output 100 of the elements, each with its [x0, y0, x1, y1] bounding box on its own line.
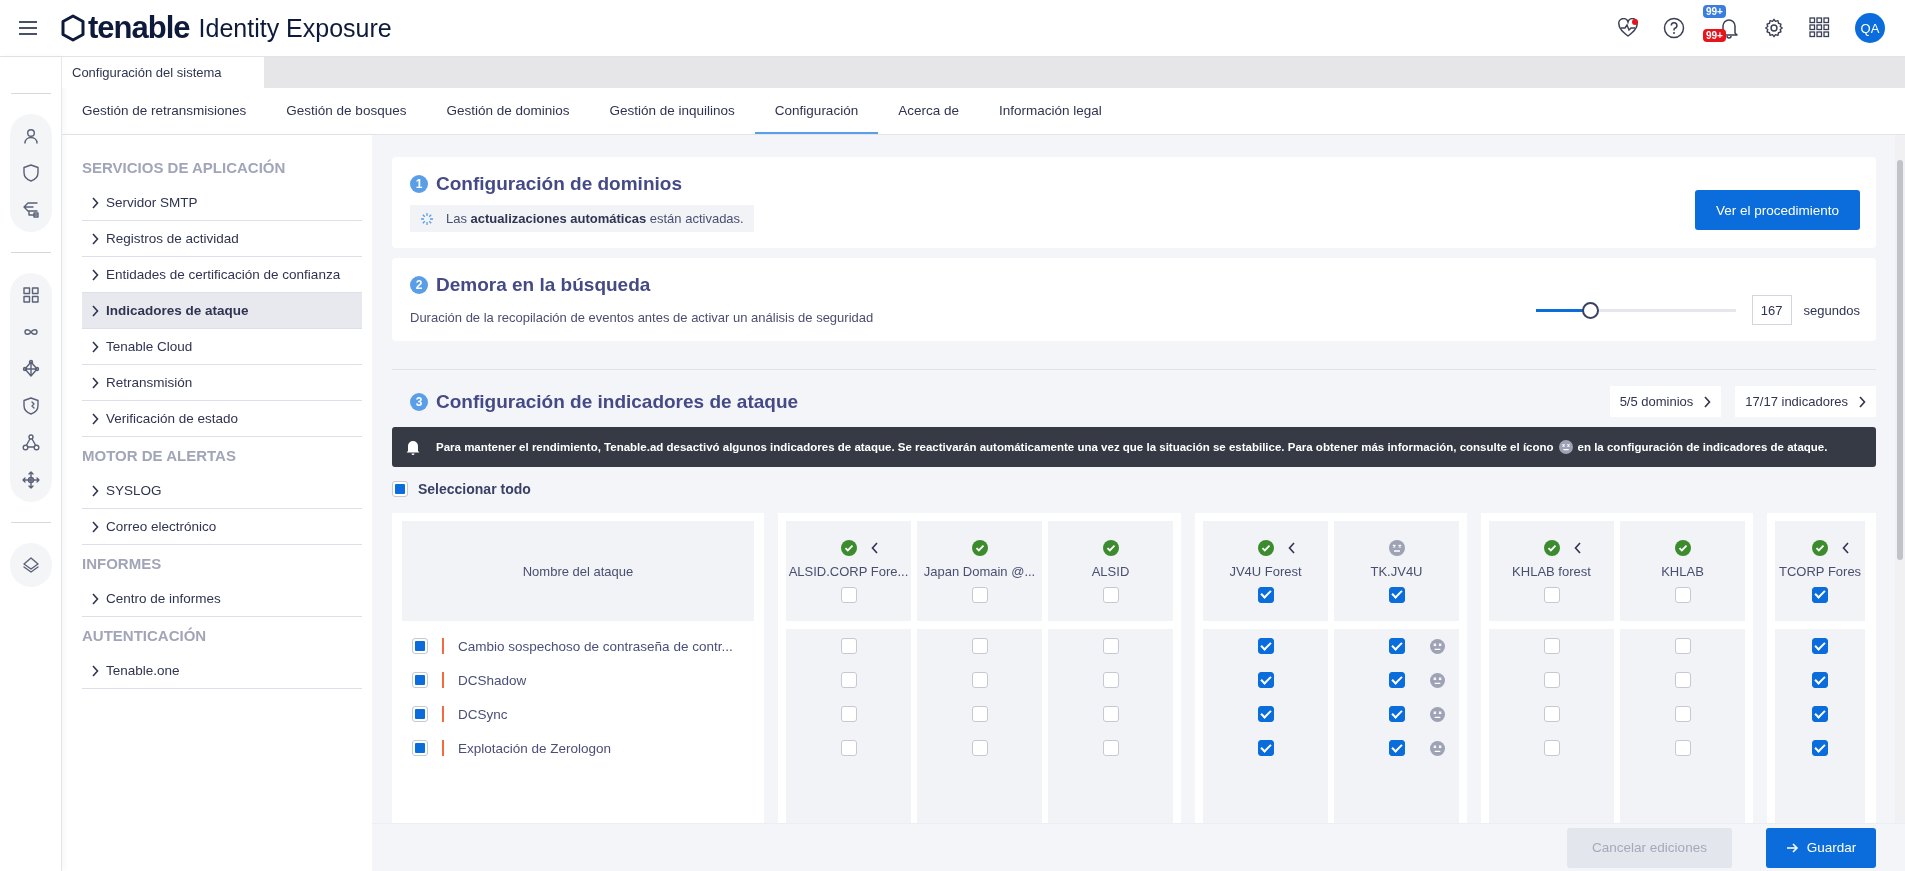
checkbox[interactable] — [1674, 672, 1691, 688]
checkbox[interactable] — [971, 586, 988, 603]
chevron-right-icon — [91, 268, 99, 281]
checkbox[interactable] — [1257, 706, 1274, 722]
checkbox[interactable] — [1388, 672, 1405, 688]
checkbox[interactable] — [1543, 638, 1560, 654]
chevron-right-icon — [91, 592, 99, 605]
filter-button[interactable]: 5/5 dominios — [1609, 386, 1722, 417]
checkbox[interactable] — [412, 740, 428, 756]
domain-name: KHLAB forest — [1512, 563, 1591, 579]
checkbox[interactable] — [412, 672, 428, 688]
sidebar-item[interactable]: Registros de actividad — [82, 221, 362, 257]
section-heading: SERVICIOS DE APLICACIÓN — [82, 158, 287, 178]
checkbox[interactable] — [1102, 586, 1119, 603]
checkbox[interactable] — [840, 740, 857, 756]
heartbeat-icon[interactable] — [1617, 18, 1639, 38]
sidebar-item[interactable]: Servidor SMTP — [82, 185, 362, 221]
checkbox[interactable] — [1674, 706, 1691, 722]
chevron-right-icon — [91, 520, 99, 533]
checkbox[interactable] — [1812, 672, 1829, 688]
checkbox[interactable] — [1674, 586, 1691, 603]
help-icon[interactable] — [1663, 17, 1685, 39]
number-field[interactable]: 167 — [1751, 295, 1792, 325]
move-icon[interactable] — [20, 470, 41, 490]
checkbox[interactable] — [1257, 586, 1274, 603]
network-icon[interactable] — [20, 359, 41, 379]
checkbox[interactable] — [1102, 740, 1119, 756]
checkbox[interactable] — [840, 706, 857, 722]
checkbox[interactable] — [1543, 706, 1560, 722]
chevron-left-icon[interactable] — [1573, 541, 1582, 554]
checkbox[interactable] — [971, 638, 988, 654]
sidebar-item[interactable]: Centro de informes — [82, 581, 362, 617]
tab[interactable]: Gestión de dominios — [426, 88, 590, 134]
breadcrumb-tab[interactable]: Configuración del sistema — [62, 57, 264, 88]
checkbox[interactable] — [1812, 706, 1829, 722]
tab[interactable]: Acerca de — [878, 88, 979, 134]
checkbox[interactable] — [1543, 586, 1560, 603]
checkbox[interactable] — [1674, 638, 1691, 654]
save-button[interactable]: Guardar — [1766, 827, 1876, 868]
checkbox[interactable] — [1257, 672, 1274, 688]
checkbox[interactable] — [971, 706, 988, 722]
checkbox[interactable] — [1812, 740, 1829, 756]
checkbox[interactable] — [412, 706, 428, 722]
checkbox[interactable] — [840, 672, 857, 688]
section-title: Demora en la búsqueda — [436, 274, 651, 296]
checkbox[interactable] — [1102, 638, 1119, 654]
checkbox[interactable] — [1257, 638, 1274, 654]
shield-badge-icon[interactable] — [20, 396, 41, 416]
checkbox[interactable] — [971, 672, 988, 688]
dashboard-icon[interactable] — [20, 285, 41, 305]
checkbox[interactable] — [1543, 740, 1560, 756]
scrollbar[interactable] — [1895, 135, 1905, 824]
face-icon — [1558, 440, 1573, 454]
sidebar-item[interactable]: Indicadores de ataque — [82, 293, 362, 329]
checkbox[interactable] — [1102, 706, 1119, 722]
filter-button[interactable]: 17/17 indicadores — [1735, 386, 1876, 417]
checkbox[interactable] — [1543, 672, 1560, 688]
tab[interactable]: Información legal — [978, 88, 1122, 134]
checkbox[interactable] — [1257, 740, 1274, 756]
checkbox[interactable] — [392, 481, 408, 497]
checkbox[interactable] — [1812, 586, 1829, 603]
sidebar-item[interactable]: Correo electrónico — [82, 509, 362, 545]
hierarchy-icon[interactable] — [20, 200, 41, 220]
menu-icon[interactable] — [18, 20, 38, 36]
slider[interactable] — [1535, 301, 1736, 319]
attack-name: Cambio sospechoso de contraseña de contr... — [458, 638, 733, 654]
slider-thumb[interactable] — [1581, 301, 1599, 319]
chevron-left-icon[interactable] — [1842, 541, 1851, 554]
domain-name: TK.JV4U — [1370, 563, 1423, 579]
checkbox[interactable] — [971, 740, 988, 756]
checkbox[interactable] — [1812, 638, 1829, 654]
checkbox[interactable] — [1388, 740, 1405, 756]
domain-name: TCORP Fores — [1779, 563, 1862, 579]
chevron-right-icon — [1858, 395, 1866, 408]
chevron-left-icon[interactable] — [1287, 541, 1296, 554]
checkbox[interactable] — [1388, 706, 1405, 722]
chevron-right-icon — [91, 304, 99, 317]
nodes-icon[interactable] — [20, 433, 41, 453]
tab[interactable]: Gestión de retransmisiones — [62, 88, 267, 134]
checkbox[interactable] — [840, 586, 857, 603]
checkbox[interactable] — [412, 638, 428, 654]
checkbox[interactable] — [1102, 672, 1119, 688]
sidebar-item[interactable]: Tenable.one — [82, 653, 362, 689]
checkbox[interactable] — [840, 638, 857, 654]
apps-grid-icon[interactable] — [1809, 17, 1831, 39]
settings-icon[interactable] — [1763, 17, 1785, 39]
tab[interactable]: Gestión de bosques — [266, 88, 427, 134]
checkbox[interactable] — [1388, 638, 1405, 654]
chevron-left-icon[interactable] — [870, 541, 879, 554]
user-avatar[interactable]: QA — [1855, 13, 1885, 43]
step-number: 2 — [410, 276, 428, 294]
sidebar-item[interactable]: Retransmisión — [82, 365, 362, 401]
procedure-button[interactable]: Ver el procedimiento — [1695, 190, 1860, 230]
layers-icon[interactable] — [20, 555, 41, 575]
checkbox[interactable] — [1674, 740, 1691, 756]
shield-icon[interactable] — [20, 163, 41, 183]
tab[interactable]: Gestión de inquilinos — [589, 88, 755, 134]
sidebar-item[interactable]: Tenable Cloud — [82, 329, 362, 365]
sidebar-item[interactable]: Verificación de estado — [82, 401, 362, 437]
sidebar-item[interactable]: SYSLOG — [82, 473, 362, 509]
